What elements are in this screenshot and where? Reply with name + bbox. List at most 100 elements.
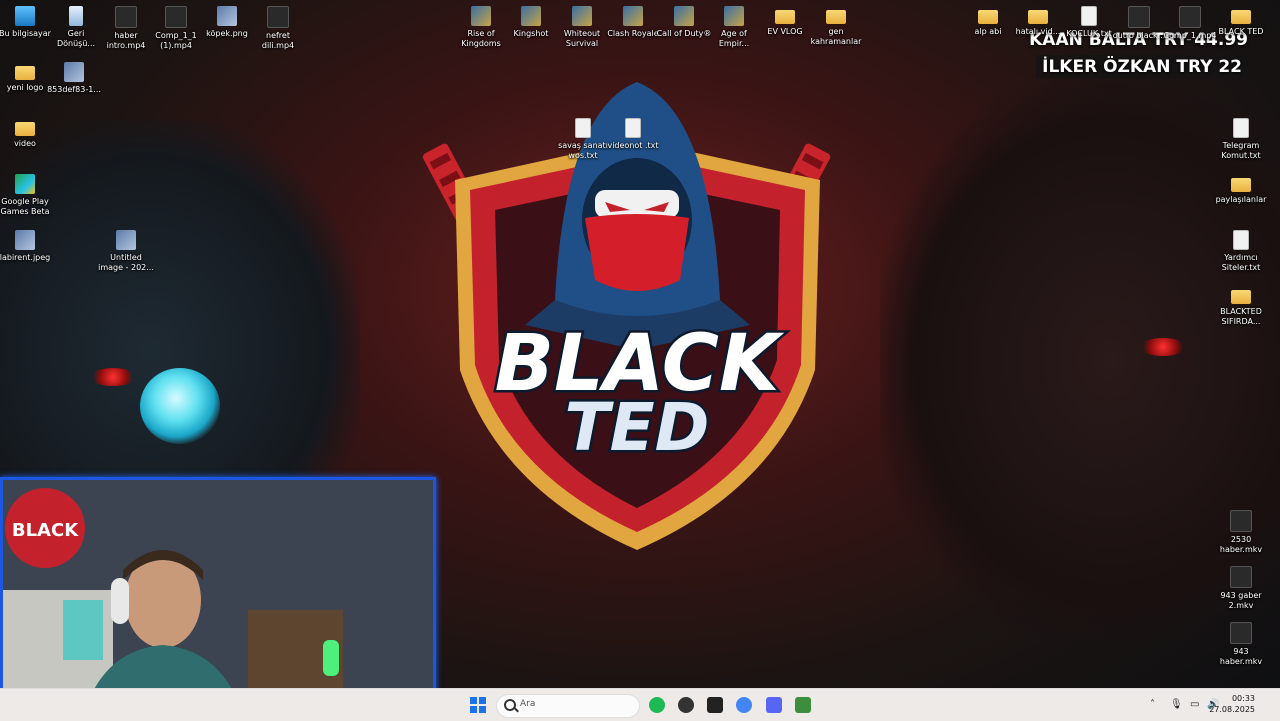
desktop-icon-label: haber intro.mp4 <box>106 31 146 50</box>
webcam-overlay: BLACK <box>0 477 436 719</box>
desktop-right-icon-6[interactable]: Telegram Komut.txt <box>1213 118 1269 161</box>
desktop-left-icon-0[interactable]: Bu bilgisayar <box>0 6 53 39</box>
desktop-top-icon-1[interactable]: Kingshot <box>503 6 559 39</box>
desktop-top-icon-7[interactable]: gen kahramanlar <box>808 6 864 47</box>
desktop-icon-label: Bu bilgisayar <box>0 29 51 38</box>
capcut-icon[interactable] <box>707 697 723 713</box>
desktop-icon-label: 853def83-1... <box>47 85 101 94</box>
desktop-icon-label: BLACK TED <box>1218 27 1264 36</box>
video-icon <box>1230 622 1252 644</box>
desktop-icon-label: nefret dili.mp4 <box>261 31 295 50</box>
microphone-icon[interactable]: 🎙 <box>1170 699 1183 710</box>
file-icon <box>575 118 591 138</box>
desktop-right-icon-12[interactable]: 943 haber.mkv <box>1213 622 1269 667</box>
desktop-left-icon-3[interactable]: Comp_1_1 (1).mp4 <box>148 6 204 51</box>
desktop-icon-label: EV VLOG <box>767 27 803 36</box>
logo-text-ted: TED <box>565 389 710 466</box>
search-placeholder: Ara <box>520 699 536 709</box>
desktop-right-icon-5[interactable]: BLACK TED <box>1213 6 1269 37</box>
folder-icon <box>1231 10 1251 24</box>
desktop-icon-label: video <box>14 139 36 148</box>
discord-icon[interactable] <box>766 697 782 713</box>
desktop-icon-label: gen kahramanlar <box>810 27 862 46</box>
desktop-top-icon-6[interactable]: EV VLOG <box>757 6 813 37</box>
desktop-top-icon-5[interactable]: Age of Empir... <box>706 6 762 49</box>
desktop-icon-label: videonot .txt <box>607 141 659 150</box>
desktop-right-icon-11[interactable]: 943 gaber 2.mkv <box>1213 566 1269 611</box>
desktop-icon-label: labirent.jpeg <box>0 253 51 262</box>
desktop-right-icon-3[interactable]: outro black... <box>1111 6 1167 41</box>
desktop-left-icon-2[interactable]: haber intro.mp4 <box>98 6 154 51</box>
file-icon <box>1233 118 1249 138</box>
desktop-left-icon-10[interactable]: labirent.jpeg <box>0 230 53 263</box>
desktop-top-icon-3[interactable]: Clash Royale <box>605 6 661 39</box>
network-icon[interactable]: ▭ <box>1190 699 1199 710</box>
webcam-feed: BLACK <box>3 480 433 716</box>
file-icon <box>1233 230 1249 250</box>
chevron-up-icon[interactable]: ˄ <box>1150 699 1155 710</box>
desktop-center-icon-0[interactable]: savaş sanatı wos.txt <box>555 118 611 161</box>
img-icon <box>15 230 35 250</box>
desktop-left-icon-11[interactable]: Untitled image - 202... <box>98 230 154 273</box>
desktop-right-icon-7[interactable]: paylaşılanlar <box>1213 174 1269 205</box>
desktop-icon-label: savaş sanatı wos.txt <box>558 141 608 160</box>
desktop-icon-label: BLACKTED SIFIRDA... <box>1220 307 1262 326</box>
video-icon <box>267 6 289 28</box>
desktop-right-icon-10[interactable]: 2530 haber.mkv <box>1213 510 1269 555</box>
desktop-icon-label: paylaşılanlar <box>1215 195 1267 204</box>
desktop-left-icon-7[interactable]: 853def83-1... <box>46 62 102 95</box>
clock-date: 27.08.2025 <box>1209 705 1255 714</box>
file-icon <box>1081 6 1097 26</box>
gp-icon <box>15 174 35 194</box>
folder-icon <box>1028 10 1048 24</box>
chrome-icon[interactable] <box>736 697 752 713</box>
desktop-left-icon-1[interactable]: Geri Dönüşü... <box>48 6 104 49</box>
search-icon <box>504 699 516 711</box>
desktop-right-icon-4[interactable]: Comp_1.mp4 <box>1162 6 1218 41</box>
video-icon <box>115 6 137 28</box>
folder-icon <box>826 10 846 24</box>
desktop-icon-label: Call of Duty® <box>656 29 712 38</box>
desktop-icon-label: Untitled image - 202... <box>98 253 154 272</box>
img-icon <box>64 62 84 82</box>
desktop-icon-label: Yardımcı Siteler.txt <box>1221 253 1261 272</box>
wallpaper-eye-left <box>90 368 136 386</box>
desktop-right-icon-2[interactable]: KOCLUK.txt <box>1061 6 1117 39</box>
spotify-icon[interactable] <box>649 697 665 713</box>
desktop-right-icon-9[interactable]: BLACKTED SIFIRDA... <box>1213 286 1269 327</box>
clock-time: 00:33 <box>1231 694 1255 703</box>
img-icon <box>116 230 136 250</box>
record-icon[interactable] <box>678 697 694 713</box>
video-icon <box>1230 566 1252 588</box>
desktop-right-icon-8[interactable]: Yardımcı Siteler.txt <box>1213 230 1269 273</box>
desktop-left-icon-5[interactable]: nefret dili.mp4 <box>250 6 306 51</box>
taskbar-search-box[interactable]: Ara <box>496 694 640 718</box>
desktop-right-icon-0[interactable]: alp abi <box>960 6 1016 37</box>
folder-icon <box>15 122 35 136</box>
desktop-center-icon-1[interactable]: videonot .txt <box>605 118 661 151</box>
app-icon <box>724 6 744 26</box>
desktop-top-icon-0[interactable]: Rise of Kingdoms <box>453 6 509 49</box>
money-icon[interactable] <box>795 697 811 713</box>
video-icon <box>1179 6 1201 28</box>
svg-text:BLACK: BLACK <box>12 520 79 541</box>
glowing-orb-widget <box>140 368 220 444</box>
desktop-icon-label: KOCLUK.txt <box>1066 29 1112 38</box>
folder-icon <box>15 66 35 80</box>
desktop-top-icon-4[interactable]: Call of Duty® <box>656 6 712 39</box>
desktop-top-icon-2[interactable]: Whiteout Survival <box>554 6 610 49</box>
desktop-icon-label: Clash Royale <box>607 29 659 38</box>
desktop-left-icon-8[interactable]: video <box>0 118 53 149</box>
windows-start-icon[interactable] <box>470 697 486 713</box>
app-icon <box>623 6 643 26</box>
wallpaper-eye-right <box>1140 338 1186 356</box>
desktop-icon-label: köpek.png <box>206 29 248 38</box>
desktop-icon-label: hatalı vid... <box>1015 27 1061 36</box>
desktop-left-icon-4[interactable]: köpek.png <box>199 6 255 39</box>
desktop-left-icon-9[interactable]: Google Play Games Beta <box>0 174 53 217</box>
desktop-right-icon-1[interactable]: hatalı vid... <box>1010 6 1066 37</box>
system-clock[interactable]: 00:33 27.08.2025 <box>1209 693 1255 715</box>
file-icon <box>625 118 641 138</box>
video-icon <box>1230 510 1252 532</box>
app-icon <box>572 6 592 26</box>
